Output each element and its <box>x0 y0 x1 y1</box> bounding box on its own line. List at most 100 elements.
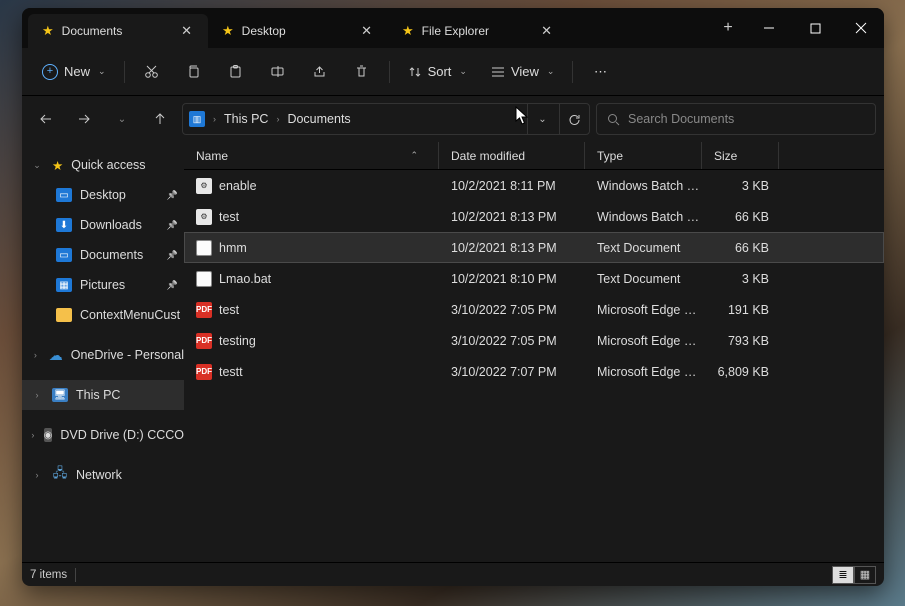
up-button[interactable] <box>144 103 176 135</box>
network-icon: 🖧 <box>52 468 68 482</box>
tab-label: Documents <box>62 24 123 38</box>
sidebar-item-downloads[interactable]: ⬇ Downloads <box>22 210 184 240</box>
new-button[interactable]: + New ⌄ <box>32 56 116 88</box>
sidebar-item-pictures[interactable]: ▦ Pictures <box>22 270 184 300</box>
sidebar-item-onedrive[interactable]: › ☁ OneDrive - Personal <box>22 340 184 370</box>
details-view-button[interactable]: ≣ <box>832 566 854 584</box>
sidebar-item-documents[interactable]: ▭ Documents <box>22 240 184 270</box>
file-name: enable <box>219 179 257 193</box>
rename-button[interactable] <box>259 56 297 88</box>
file-date: 10/2/2021 8:13 PM <box>439 210 585 224</box>
delete-button[interactable] <box>343 56 381 88</box>
file-date: 3/10/2022 7:05 PM <box>439 303 585 317</box>
file-icon: PDF <box>196 302 212 318</box>
star-icon: ★ <box>222 23 234 39</box>
star-icon: ★ <box>402 23 414 39</box>
tab-documents[interactable]: ★ Documents ✕ <box>28 14 208 48</box>
file-row[interactable]: ⚙enable 10/2/2021 8:11 PM Windows Batch … <box>184 170 884 201</box>
search-icon <box>607 113 620 126</box>
file-icon: PDF <box>196 333 212 349</box>
status-bar: 7 items ≣ ▦ <box>22 562 884 586</box>
sidebar-item-desktop[interactable]: ▭ Desktop <box>22 180 184 210</box>
file-row[interactable]: PDFtest 3/10/2022 7:05 PM Microsoft Edge… <box>184 294 884 325</box>
sidebar-item-dvd[interactable]: › ◉ DVD Drive (D:) CCCO <box>22 420 184 450</box>
body: ⌄ ★ Quick access ▭ Desktop⬇ Downloads▭ D… <box>22 142 884 562</box>
folder-icon: ▦ <box>56 278 72 292</box>
cut-button[interactable] <box>133 56 171 88</box>
folder-icon <box>56 308 72 322</box>
minimize-button[interactable] <box>746 8 792 48</box>
column-size[interactable]: Size <box>702 142 779 169</box>
more-button[interactable]: ⋯ <box>581 56 619 88</box>
close-tab-button[interactable]: ✕ <box>355 20 378 42</box>
file-type: Microsoft Edge P… <box>585 365 702 379</box>
tab-label: Desktop <box>242 24 286 38</box>
address-bar[interactable]: ▥ › This PC › Documents ⌄ <box>182 103 590 135</box>
file-size: 66 KB <box>702 210 779 224</box>
file-rows: ⚙enable 10/2/2021 8:11 PM Windows Batch … <box>184 170 884 562</box>
new-tab-button[interactable]: + <box>710 8 746 48</box>
column-date[interactable]: Date modified <box>439 142 585 169</box>
view-button[interactable]: View ⌄ <box>481 56 565 88</box>
folder-icon: ▭ <box>56 248 72 262</box>
folder-icon: ▭ <box>56 188 72 202</box>
file-row[interactable]: ⚙test 10/2/2021 8:13 PM Windows Batch Fi… <box>184 201 884 232</box>
chevron-right-icon: › <box>213 114 216 124</box>
file-date: 10/2/2021 8:13 PM <box>439 241 585 255</box>
search-input[interactable] <box>628 112 865 126</box>
search-box[interactable] <box>596 103 876 135</box>
chevron-down-icon: ⌄ <box>98 66 106 77</box>
forward-button[interactable] <box>68 103 100 135</box>
file-row[interactable]: PDFtesting 3/10/2022 7:05 PM Microsoft E… <box>184 325 884 356</box>
close-button[interactable] <box>838 8 884 48</box>
maximize-button[interactable] <box>792 8 838 48</box>
file-size: 3 KB <box>702 179 779 193</box>
file-name: hmm <box>219 241 247 255</box>
file-size: 6,809 KB <box>702 365 779 379</box>
sort-button[interactable]: Sort ⌄ <box>398 56 477 88</box>
tab-desktop[interactable]: ★ Desktop ✕ <box>208 14 388 48</box>
recent-button[interactable]: ⌄ <box>106 103 138 135</box>
file-icon <box>196 271 212 287</box>
address-dropdown[interactable]: ⌄ <box>527 104 557 134</box>
breadcrumb-current[interactable]: Documents <box>287 112 350 126</box>
file-row[interactable]: PDFtestt 3/10/2022 7:07 PM Microsoft Edg… <box>184 356 884 387</box>
file-size: 66 KB <box>702 241 779 255</box>
file-name: test <box>219 303 239 317</box>
back-button[interactable] <box>30 103 62 135</box>
paste-button[interactable] <box>217 56 255 88</box>
file-icon: PDF <box>196 364 212 380</box>
folder-icon: ▥ <box>189 111 205 127</box>
chevron-down-icon: ⌄ <box>30 160 44 171</box>
refresh-button[interactable] <box>559 104 589 134</box>
sidebar-item-contextmenucust[interactable]: ContextMenuCust <box>22 300 184 330</box>
sort-indicator: ⌃ <box>410 150 418 161</box>
thumbnails-view-button[interactable]: ▦ <box>854 566 876 584</box>
file-explorer-window: ★ Documents ✕★ Desktop ✕★ File Explorer … <box>22 8 884 586</box>
file-date: 3/10/2022 7:05 PM <box>439 334 585 348</box>
copy-button[interactable] <box>175 56 213 88</box>
sidebar-item-network[interactable]: › 🖧 Network <box>22 460 184 490</box>
close-tab-button[interactable]: ✕ <box>535 20 558 42</box>
column-name[interactable]: Name ⌃ <box>184 142 439 169</box>
close-tab-button[interactable]: ✕ <box>175 20 198 42</box>
breadcrumb-root[interactable]: This PC <box>224 112 268 126</box>
star-icon: ★ <box>42 23 54 39</box>
file-size: 3 KB <box>702 272 779 286</box>
file-row[interactable]: hmm 10/2/2021 8:13 PM Text Document 66 K… <box>184 232 884 263</box>
sidebar-label: Downloads <box>80 218 142 232</box>
separator <box>124 61 125 83</box>
column-headers: Name ⌃ Date modified Type Size <box>184 142 884 170</box>
sidebar-item-this-pc[interactable]: › 🖥 This PC <box>22 380 184 410</box>
column-type[interactable]: Type <box>585 142 702 169</box>
sidebar-item-quick-access[interactable]: ⌄ ★ Quick access <box>22 150 184 180</box>
share-button[interactable] <box>301 56 339 88</box>
disc-icon: ◉ <box>44 428 53 442</box>
file-name: testt <box>219 365 243 379</box>
chevron-right-icon: › <box>30 430 36 440</box>
file-row[interactable]: Lmao.bat 10/2/2021 8:10 PM Text Document… <box>184 263 884 294</box>
sidebar-label: Documents <box>80 248 143 262</box>
file-icon: ⚙ <box>196 209 212 225</box>
tab-file-explorer[interactable]: ★ File Explorer ✕ <box>388 14 568 48</box>
file-date: 10/2/2021 8:11 PM <box>439 179 585 193</box>
